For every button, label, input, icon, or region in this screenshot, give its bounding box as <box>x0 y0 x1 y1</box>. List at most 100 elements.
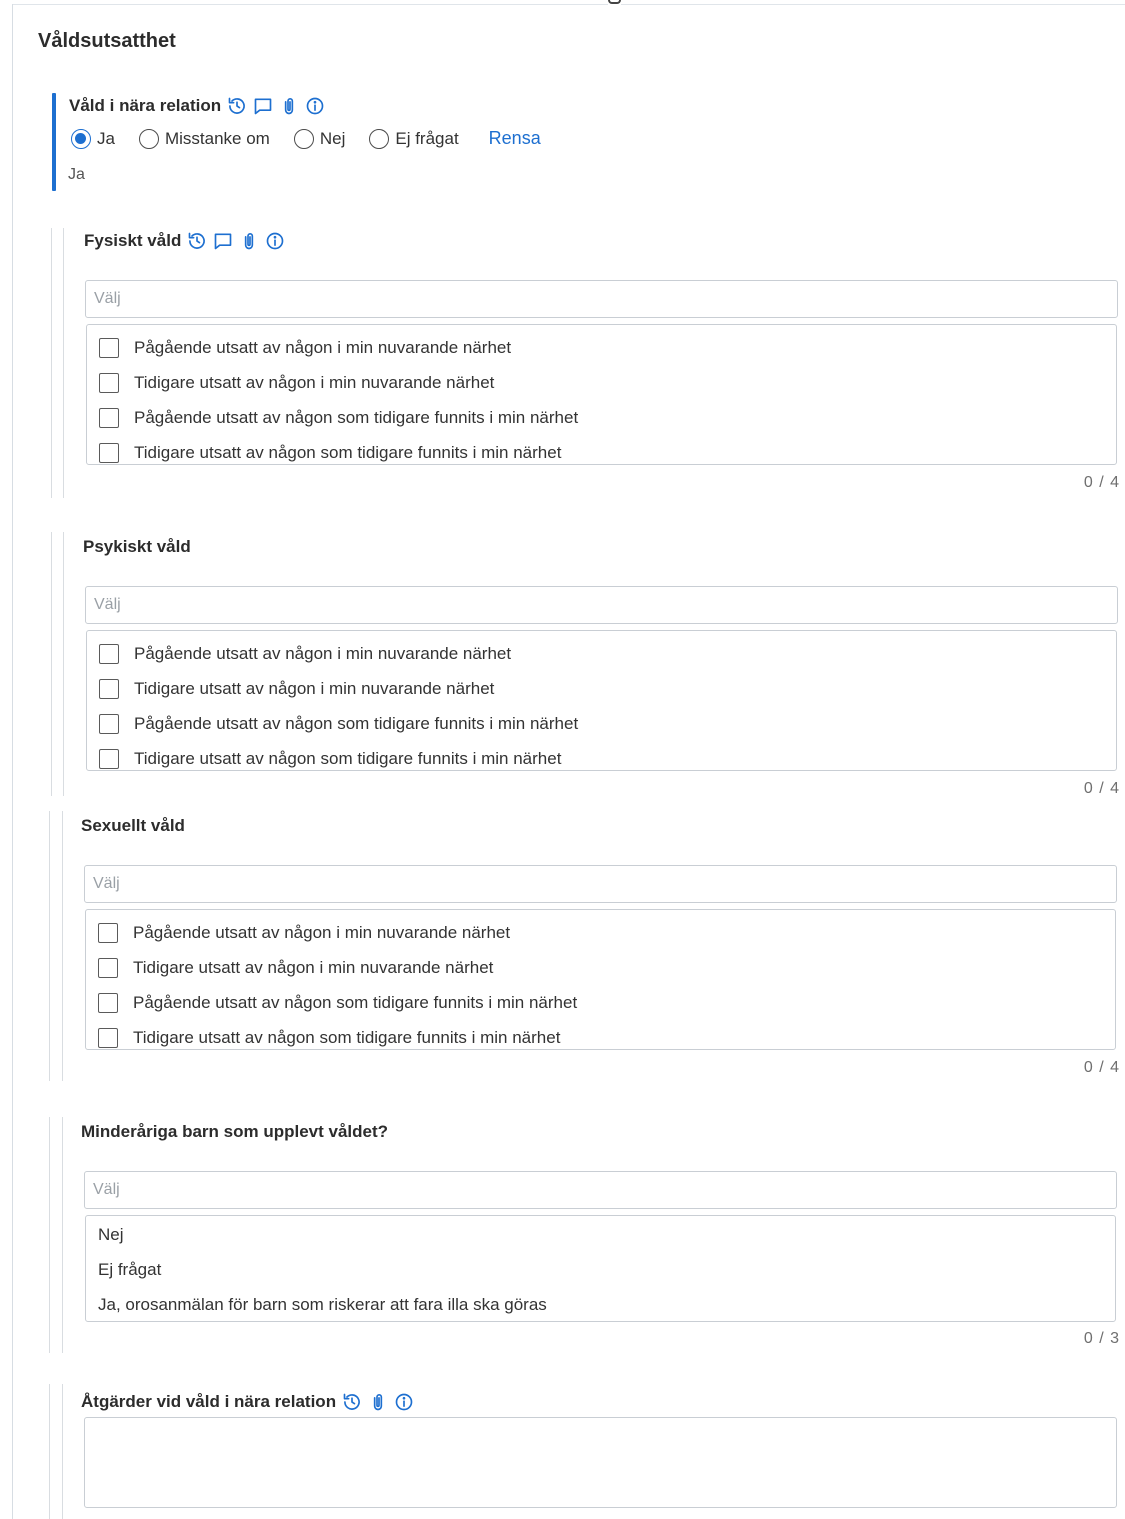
radio-button[interactable] <box>369 128 390 149</box>
nest-guide-line <box>49 1384 50 1519</box>
info-icon[interactable] <box>394 1392 414 1412</box>
info-icon[interactable] <box>305 96 325 116</box>
radio-label: Misstanke om <box>164 128 270 148</box>
checkbox-label: Pågående utsatt av någon som tidigare fu… <box>133 992 578 1012</box>
nest-guide-line <box>63 532 64 796</box>
atgarder-label: Åtgärder vid våld i nära relation <box>81 1392 337 1411</box>
fysiskt-vald-select-input[interactable] <box>85 280 1118 318</box>
checkbox-option[interactable]: Pågående utsatt av någon i min nuvarande… <box>87 636 1116 671</box>
panel-notch <box>608 0 621 6</box>
atgarder-header: Åtgärder vid våld i nära relation <box>81 1392 414 1412</box>
sexuellt-vald-select-input[interactable] <box>84 865 1117 903</box>
checkbox-label: Pågående utsatt av någon i min nuvarande… <box>134 643 512 663</box>
selection-counter: 0 / 4 <box>1083 780 1120 797</box>
panel-top-border <box>12 4 1125 5</box>
list-option[interactable]: Ej frågat <box>86 1252 1115 1287</box>
checkbox[interactable] <box>99 643 119 664</box>
checkbox[interactable] <box>99 407 119 428</box>
checkbox[interactable] <box>99 713 119 734</box>
fysiskt-vald-options: Pågående utsatt av någon i min nuvarande… <box>86 324 1117 465</box>
checkbox-label: Tidigare utsatt av någon i min nuvarande… <box>133 957 494 977</box>
comment-icon[interactable] <box>213 231 233 251</box>
minderariga-barn-select-input[interactable] <box>84 1171 1117 1209</box>
checkbox-option[interactable]: Pågående utsatt av någon i min nuvarande… <box>87 330 1116 365</box>
checkbox-label: Pågående utsatt av någon i min nuvarande… <box>133 922 511 942</box>
fysiskt-vald-header: Fysiskt våld <box>84 231 285 251</box>
checkbox[interactable] <box>98 1027 118 1048</box>
radio-button[interactable] <box>293 128 314 149</box>
nest-guide-line <box>49 811 50 1081</box>
checkbox-option[interactable]: Tidigare utsatt av någon i min nuvarande… <box>87 671 1116 706</box>
checkbox-label: Pågående utsatt av någon som tidigare fu… <box>134 713 579 733</box>
minderariga-barn-header: Minderåriga barn som upplevt våldet? <box>81 1122 388 1142</box>
checkbox-option[interactable]: Pågående utsatt av någon i min nuvarande… <box>86 915 1115 950</box>
form-page: Våldsutsatthet Våld i nära relation Ja M… <box>0 0 1125 1519</box>
comment-icon[interactable] <box>253 96 273 116</box>
nest-guide-line <box>49 1117 50 1353</box>
nest-guide-line <box>62 1117 63 1353</box>
selected-value-text: Ja <box>68 166 85 183</box>
checkbox-option[interactable]: Pågående utsatt av någon som tidigare fu… <box>87 706 1116 741</box>
nest-guide-line <box>62 811 63 1081</box>
attachment-icon[interactable] <box>368 1392 388 1412</box>
checkbox-label: Tidigare utsatt av någon som tidigare fu… <box>134 748 562 768</box>
minderariga-barn-options: Nej Ej frågat Ja, orosanmälan för barn s… <box>85 1215 1116 1322</box>
sexuellt-vald-header: Sexuellt våld <box>81 816 185 836</box>
checkbox-label: Tidigare utsatt av någon i min nuvarande… <box>134 372 495 392</box>
nest-guide-line <box>51 228 52 498</box>
checkbox-option[interactable]: Tidigare utsatt av någon i min nuvarande… <box>86 950 1115 985</box>
checkbox[interactable] <box>99 337 119 358</box>
psykiskt-vald-select-input[interactable] <box>85 586 1118 624</box>
vald-nara-relation-header: Våld i nära relation <box>69 96 325 116</box>
minderariga-barn-label: Minderåriga barn som upplevt våldet? <box>81 1122 389 1141</box>
checkbox-option[interactable]: Tidigare utsatt av någon som tidigare fu… <box>87 741 1116 776</box>
selection-counter: 0 / 4 <box>1083 474 1120 491</box>
section-title: Våldsutsatthet <box>38 30 176 52</box>
list-option[interactable]: Ja, orosanmälan för barn som riskerar at… <box>86 1287 1115 1322</box>
checkbox[interactable] <box>99 748 119 769</box>
attachment-icon[interactable] <box>279 96 299 116</box>
panel-left-border <box>12 4 13 1519</box>
checkbox-option[interactable]: Pågående utsatt av någon som tidigare fu… <box>86 985 1115 1020</box>
radio-label: Ja <box>97 128 115 148</box>
nest-guide-line <box>62 1384 63 1519</box>
checkbox[interactable] <box>98 957 118 978</box>
vald-nara-relation-radio-group: Ja Misstanke om Nej Ej frågat Rensa <box>71 128 541 149</box>
selection-counter: 0 / 3 <box>1083 1330 1120 1347</box>
checkbox[interactable] <box>99 442 119 463</box>
checkbox-option[interactable]: Tidigare utsatt av någon som tidigare fu… <box>87 435 1116 470</box>
history-icon[interactable] <box>342 1392 362 1412</box>
checkbox[interactable] <box>98 922 118 943</box>
checkbox-option[interactable]: Pågående utsatt av någon som tidigare fu… <box>87 400 1116 435</box>
checkbox-option[interactable]: Tidigare utsatt av någon i min nuvarande… <box>87 365 1116 400</box>
required-accent-bar <box>52 93 56 191</box>
checkbox-label: Tidigare utsatt av någon i min nuvarande… <box>134 678 495 698</box>
attachment-icon[interactable] <box>239 231 259 251</box>
clear-selection-link[interactable]: Rensa <box>489 128 541 149</box>
nest-guide-line <box>63 228 64 498</box>
psykiskt-vald-options: Pågående utsatt av någon i min nuvarande… <box>86 630 1117 771</box>
checkbox[interactable] <box>99 678 119 699</box>
radio-option-ja[interactable]: Ja <box>71 128 115 149</box>
history-icon[interactable] <box>187 231 207 251</box>
radio-label: Nej <box>319 128 346 148</box>
psykiskt-vald-label: Psykiskt våld <box>83 537 191 556</box>
nest-guide-line <box>51 532 52 796</box>
selection-counter: 0 / 4 <box>1083 1059 1120 1076</box>
radio-button[interactable] <box>138 128 159 149</box>
list-option[interactable]: Nej <box>86 1217 1115 1252</box>
history-icon[interactable] <box>227 96 247 116</box>
checkbox-label: Pågående utsatt av någon i min nuvarande… <box>134 337 512 357</box>
radio-option-ej-fragat[interactable]: Ej frågat <box>369 128 459 149</box>
radio-option-misstanke-om[interactable]: Misstanke om <box>138 128 270 149</box>
checkbox-option[interactable]: Tidigare utsatt av någon som tidigare fu… <box>86 1020 1115 1055</box>
radio-button-selected[interactable] <box>71 128 91 149</box>
checkbox[interactable] <box>98 992 118 1013</box>
radio-option-nej[interactable]: Nej <box>293 128 346 149</box>
psykiskt-vald-header: Psykiskt våld <box>83 537 191 557</box>
atgarder-textarea[interactable] <box>84 1417 1117 1508</box>
info-icon[interactable] <box>265 231 285 251</box>
checkbox[interactable] <box>99 372 119 393</box>
fysiskt-vald-label: Fysiskt våld <box>84 231 182 250</box>
sexuellt-vald-label: Sexuellt våld <box>81 816 185 835</box>
